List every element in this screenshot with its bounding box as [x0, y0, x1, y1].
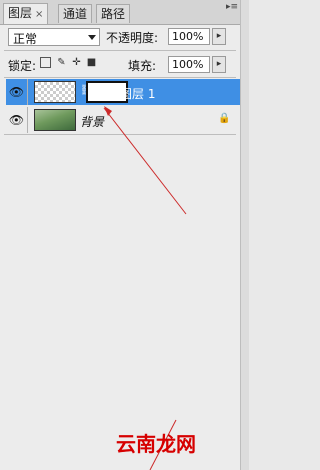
lock-move-icon[interactable]: ✛: [71, 57, 82, 68]
layer-name[interactable]: 背景: [80, 113, 104, 130]
fill-stepper[interactable]: ▸: [212, 56, 226, 73]
panel-menu-icon[interactable]: ▸≡: [226, 2, 238, 12]
scrollbar[interactable]: [240, 0, 249, 470]
divider: [4, 134, 236, 135]
layer-row-background[interactable]: 👁 背景 🔒: [6, 107, 240, 133]
eye-icon[interactable]: 👁: [6, 107, 28, 133]
layer-thumbnail: [34, 81, 76, 103]
watermark-text: 云南龙网: [116, 432, 196, 456]
background-thumbnail: [34, 109, 76, 131]
divider: [4, 77, 236, 78]
close-icon[interactable]: ×: [35, 9, 43, 20]
blend-mode-value: 正常: [13, 32, 38, 46]
layer-name[interactable]: 图层 1: [120, 85, 155, 102]
opacity-label: 不透明度:: [106, 31, 159, 45]
tab-channels-label: 通道: [63, 7, 88, 21]
blend-opacity-row: 正常 不透明度: 100% ▸: [8, 28, 238, 46]
blend-mode-select[interactable]: 正常: [8, 28, 100, 46]
fill-input[interactable]: 100%: [168, 56, 210, 73]
lock-transparency-icon[interactable]: [40, 57, 51, 68]
fill-label: 填充:: [128, 59, 157, 73]
lock-fill-row: 锁定: ✎ ✛ ■ 填充: 100% ▸: [8, 56, 238, 74]
layer-row-1[interactable]: 👁 ⛓ 图层 1: [6, 79, 240, 105]
divider: [4, 50, 236, 51]
tab-layers[interactable]: 图层 ×: [3, 3, 49, 24]
tab-paths-label: 路径: [101, 7, 126, 21]
lock-icon: 🔒: [218, 113, 231, 124]
lock-label: 锁定:: [8, 59, 37, 73]
layers-panel: 图层 × 通道 路径 ▸≡ 正常 不透明度: 100% ▸ 锁定: ✎ ✛ ■ 填…: [0, 0, 241, 470]
chevron-down-icon: [88, 35, 96, 40]
tab-layers-label: 图层: [8, 6, 33, 20]
panel-tab-bar: 图层 × 通道 路径 ▸≡: [0, 0, 240, 25]
opacity-stepper[interactable]: ▸: [212, 28, 226, 45]
opacity-input[interactable]: 100%: [168, 28, 210, 45]
eye-icon[interactable]: 👁: [6, 79, 28, 105]
tab-channels[interactable]: 通道: [58, 4, 93, 23]
tab-paths[interactable]: 路径: [96, 4, 131, 23]
lock-brush-icon[interactable]: ✎: [56, 57, 67, 68]
lock-all-icon[interactable]: ■: [86, 57, 97, 68]
